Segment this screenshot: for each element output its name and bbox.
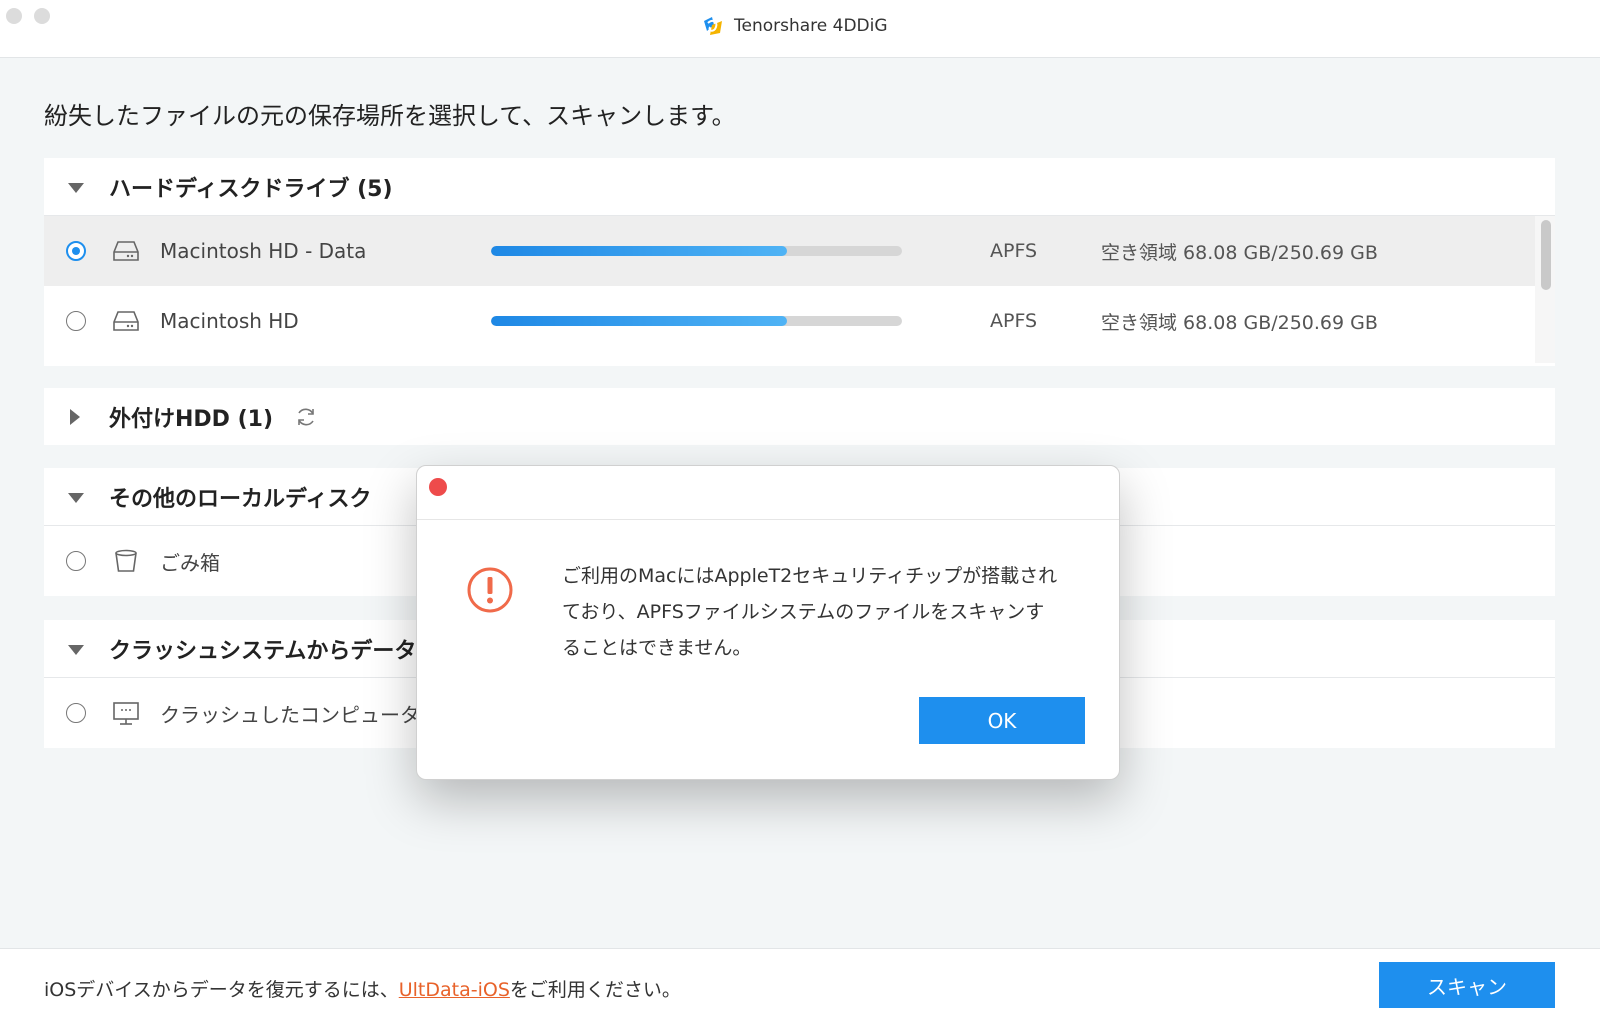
section-title-crash: クラッシュシステムからデータ xyxy=(109,638,417,664)
app-title: Tenorshare 4DDiG xyxy=(700,14,888,38)
drive-free-space: 空き領域 68.08 GB/250.69 GB xyxy=(1101,311,1378,334)
ok-button[interactable]: OK xyxy=(919,697,1085,744)
chevron-right-icon[interactable] xyxy=(70,409,80,425)
ultdata-ios-link[interactable]: UltData-iOS xyxy=(399,979,510,1001)
drive-usage-fill xyxy=(491,316,787,326)
refresh-icon[interactable] xyxy=(294,405,318,429)
footer-text-after: をご利用ください。 xyxy=(509,979,681,1001)
t2-chip-alert-dialog: ご利用のMacにはAppleT2セキュリティチップが搭載されており、APFSファ… xyxy=(416,465,1120,780)
drive-usage-fill xyxy=(491,246,787,256)
section-external-hdd: 外付けHDD (1) xyxy=(44,388,1555,445)
trash-label: ごみ箱 xyxy=(160,550,220,575)
footer-message: iOSデバイスからデータを復元するには、UltData-iOSをご利用ください。 xyxy=(44,975,681,1002)
page-title: 紛失したファイルの元の保存場所を選択して、スキャンします。 xyxy=(44,102,736,130)
4ddig-logo-icon xyxy=(704,17,722,35)
crashed-computer-label: クラッシュしたコンピュータ xyxy=(160,702,420,727)
chevron-down-icon[interactable] xyxy=(68,183,84,193)
footer-bar: iOSデバイスからデータを復元するには、UltData-iOSをご利用ください。… xyxy=(0,948,1600,1020)
computer-icon xyxy=(113,702,139,725)
drive-usage-bar xyxy=(491,316,902,326)
drive-row[interactable]: Macintosh HD - Data APFS 空き領域 68.08 GB/2… xyxy=(44,216,1535,286)
section-header-external[interactable]: 外付けHDD (1) xyxy=(44,388,1555,446)
dialog-divider xyxy=(417,519,1119,520)
app-title-text: Tenorshare 4DDiG xyxy=(734,16,888,36)
window-minimize-button[interactable] xyxy=(34,8,50,24)
drive-usage-bar xyxy=(491,246,902,256)
drive-free-space: 空き領域 68.08 GB/250.69 GB xyxy=(1101,241,1378,264)
drive-filesystem: APFS xyxy=(990,310,1038,332)
section-title-external: 外付けHDD (1) xyxy=(109,407,274,432)
dialog-close-button[interactable] xyxy=(429,478,447,496)
crashed-computer-radio[interactable] xyxy=(66,703,86,723)
alert-icon xyxy=(467,567,513,613)
drive-name: Macintosh HD - Data xyxy=(160,239,367,263)
scrollbar-thumb[interactable] xyxy=(1541,220,1551,290)
section-hard-disk-drives: ハードディスクドライブ (5) Macintosh HD - Data APFS… xyxy=(44,158,1555,366)
title-bar: Tenorshare 4DDiG xyxy=(0,0,1600,58)
drive-name: Macintosh HD xyxy=(160,309,299,333)
drive-radio[interactable] xyxy=(66,241,86,261)
hard-drive-icon xyxy=(113,241,139,261)
drive-radio[interactable] xyxy=(66,311,86,331)
section-title-hdd: ハードディスクドライブ (5) xyxy=(109,176,393,202)
footer-text-before: iOSデバイスからデータを復元するには、 xyxy=(44,979,399,1001)
drive-filesystem: APFS xyxy=(990,240,1038,262)
scan-button[interactable]: スキャン xyxy=(1379,962,1555,1008)
trash-radio[interactable] xyxy=(66,551,86,571)
chevron-down-icon[interactable] xyxy=(68,645,84,655)
dialog-message: ご利用のMacにはAppleT2セキュリティチップが搭載されており、APFSファ… xyxy=(562,565,1058,659)
window-close-button[interactable] xyxy=(6,8,22,24)
hard-drive-icon xyxy=(113,311,139,331)
section-header-hdd[interactable]: ハードディスクドライブ (5) xyxy=(44,158,1555,216)
chevron-down-icon[interactable] xyxy=(68,493,84,503)
drive-row[interactable]: Macintosh HD APFS 空き領域 68.08 GB/250.69 G… xyxy=(44,286,1535,356)
trash-icon xyxy=(115,549,137,572)
section-title-other-local: その他のローカルディスク xyxy=(109,486,372,512)
